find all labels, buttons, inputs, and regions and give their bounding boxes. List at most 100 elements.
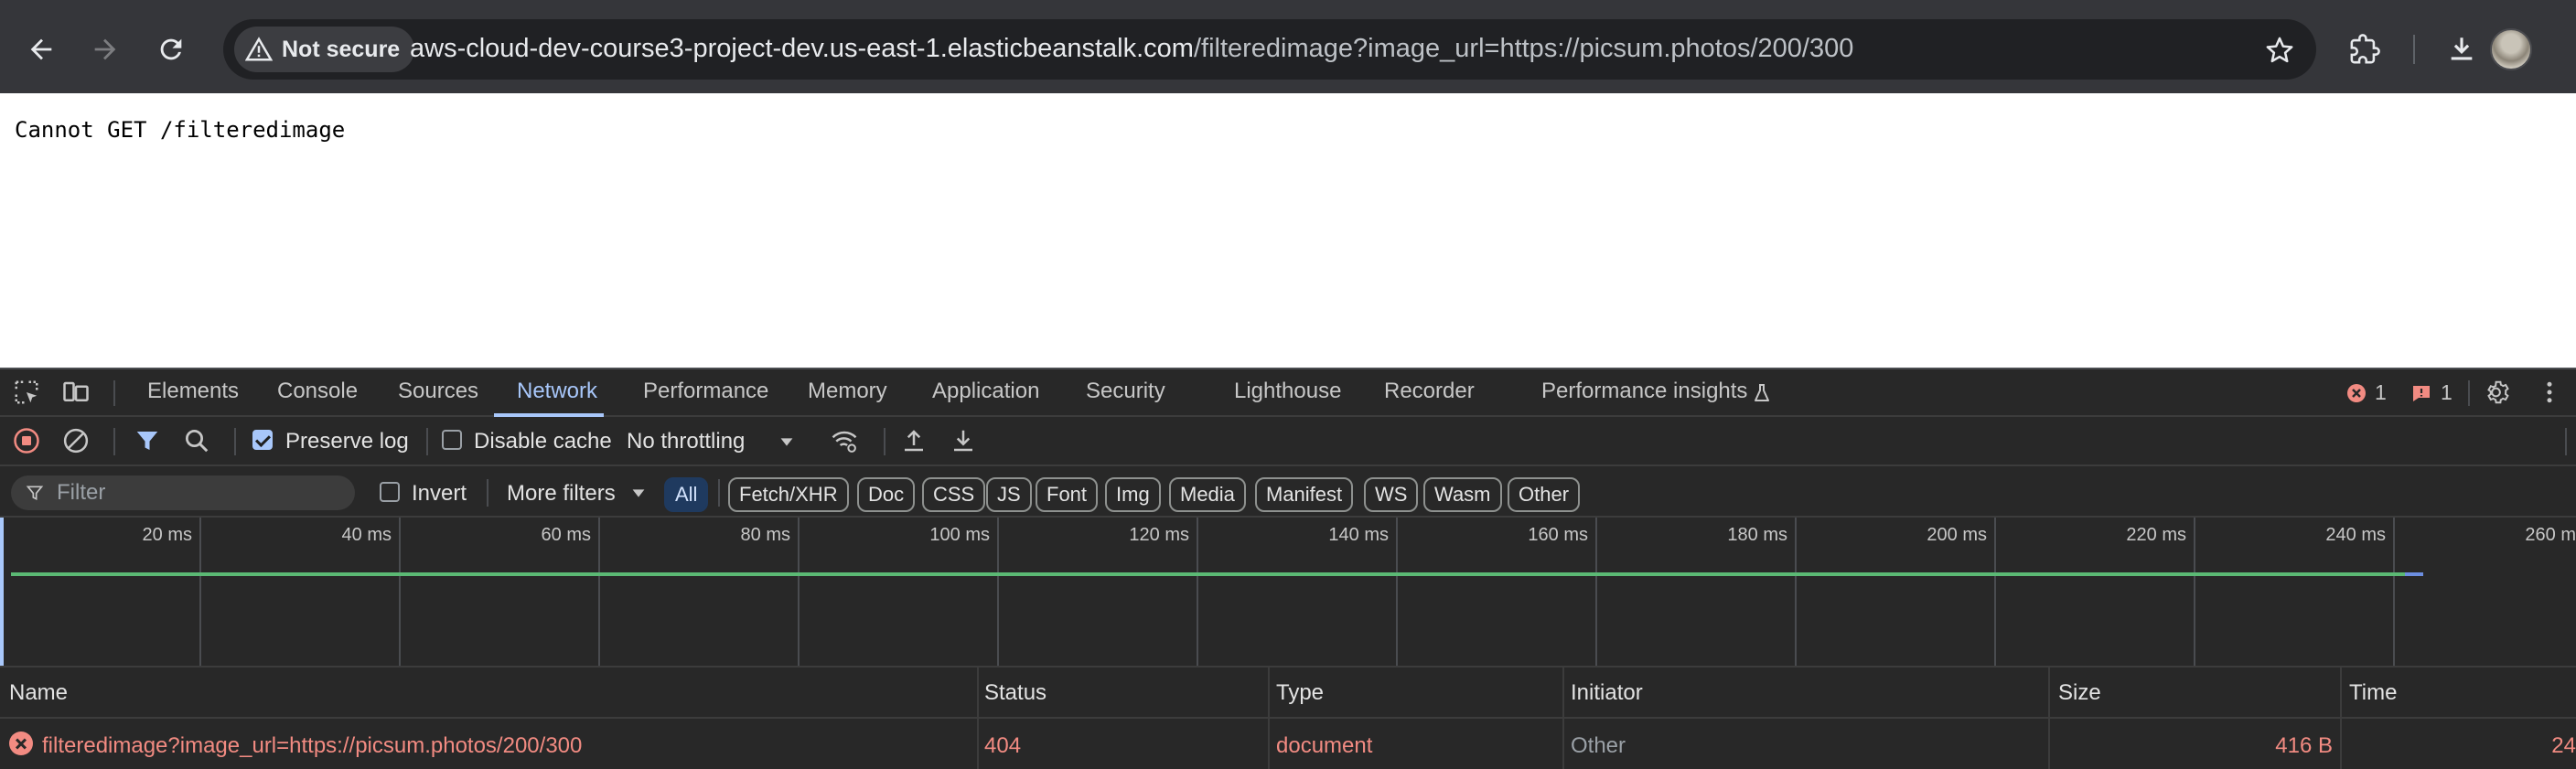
tab-console[interactable]: Console (277, 379, 358, 404)
extensions-button[interactable] (2342, 27, 2388, 72)
downloads-button[interactable] (2439, 27, 2485, 72)
overview-tick (1396, 518, 1398, 666)
import-har-button[interactable] (900, 427, 928, 454)
column-type[interactable]: Type (1276, 680, 1324, 706)
request-name[interactable]: filteredimage?image_url=https://picsum.p… (42, 733, 582, 759)
error-count-value: 1 (2375, 380, 2387, 404)
preserve-log-label: Preserve log (285, 429, 409, 454)
site-info-chip[interactable]: Not secure (234, 27, 415, 72)
column-divider (1562, 719, 1564, 769)
search-button[interactable] (183, 427, 210, 454)
bookmark-button[interactable] (2261, 32, 2298, 69)
filter-box[interactable] (11, 475, 355, 510)
toolbar-separator (113, 428, 115, 455)
tab-lighthouse[interactable]: Lighthouse (1234, 379, 1341, 404)
url-path: /filteredimage?image_url=https://picsum.… (1193, 34, 1854, 63)
network-conditions-button[interactable] (831, 427, 858, 454)
caret-down-icon[interactable] (628, 480, 649, 506)
type-filter-img[interactable]: Img (1105, 477, 1161, 512)
column-divider[interactable] (1562, 668, 1564, 719)
request-time: 24 (2551, 733, 2576, 758)
type-filter-fetch-xhr[interactable]: Fetch/XHR (728, 477, 849, 512)
tab-memory[interactable]: Memory (808, 379, 887, 404)
network-toolbar: Preserve log Disable cache No throttling (0, 417, 2576, 466)
overview-request-bar-tail (2405, 572, 2423, 576)
filter-input[interactable] (57, 479, 340, 507)
tab-application[interactable]: Application (932, 379, 1039, 404)
filter-toggle-button[interactable] (134, 427, 161, 454)
page-content: Cannot GET /filteredimage (0, 93, 2576, 368)
column-size[interactable]: Size (2058, 680, 2101, 706)
device-toolbar-button[interactable] (62, 379, 90, 406)
column-name[interactable]: Name (9, 680, 68, 706)
profile-avatar[interactable] (2490, 28, 2532, 70)
url-text[interactable]: aws-cloud-dev-course3-project-dev.us-eas… (410, 34, 1853, 64)
type-filter-font[interactable]: Font (1036, 477, 1099, 512)
table-row[interactable]: filteredimage?image_url=https://picsum.p… (0, 719, 2576, 769)
throttling-select[interactable]: No throttling (627, 429, 745, 454)
reload-icon (160, 38, 182, 60)
issue-flag-icon (2413, 385, 2430, 401)
issues-indicator[interactable]: 1 (2410, 380, 2453, 405)
type-filter-media[interactable]: Media (1169, 477, 1246, 512)
tab-network[interactable]: Network (517, 379, 597, 404)
issue-count-value: 1 (2441, 380, 2453, 404)
column-divider[interactable] (977, 668, 979, 719)
network-overview[interactable]: 20 ms 40 ms 60 ms 80 ms 100 ms 120 ms 140 ms 16… (0, 518, 2576, 668)
clear-button[interactable] (62, 427, 90, 454)
tab-performance[interactable]: Performance (643, 379, 768, 404)
type-filter-all[interactable]: All (664, 477, 709, 512)
column-divider[interactable] (2048, 668, 2050, 719)
more-filters-dropdown[interactable]: More filters (507, 481, 616, 507)
download-icon (954, 430, 972, 452)
column-divider (1268, 719, 1270, 769)
arrow-right-icon (94, 38, 116, 60)
preserve-log-checkbox[interactable] (252, 430, 273, 450)
overview-tick-label: 100 ms (929, 525, 990, 545)
type-filter-doc[interactable]: Doc (857, 477, 916, 512)
forward-button[interactable] (82, 27, 128, 72)
type-filter-ws[interactable]: WS (1364, 477, 1419, 512)
devtools-panel: Elements Console Sources Network Perform… (0, 368, 2576, 769)
wifi-settings-icon (832, 431, 857, 453)
overview-tick-label: 80 ms (740, 525, 790, 545)
tab-elements[interactable]: Elements (147, 379, 239, 404)
more-options-button[interactable] (2536, 379, 2563, 406)
overview-tick (2393, 518, 2395, 666)
request-table-header: Name Status Type Initiator Size Time (0, 668, 2576, 719)
back-button[interactable] (18, 27, 64, 72)
stop-recording-button[interactable] (13, 427, 40, 454)
column-time[interactable]: Time (2349, 680, 2397, 706)
column-initiator[interactable]: Initiator (1571, 680, 1643, 706)
settings-button[interactable] (2485, 379, 2512, 406)
filter-bar: Invert More filters All Fetch/XHR Doc CS… (0, 466, 2576, 518)
reload-button[interactable] (148, 27, 194, 72)
inspect-element-button[interactable] (13, 379, 40, 406)
overview-tick (598, 518, 600, 666)
tab-sources[interactable]: Sources (398, 379, 478, 404)
address-bar[interactable]: Not secure aws-cloud-dev-course3-project… (223, 19, 2316, 80)
tab-security[interactable]: Security (1086, 379, 1165, 404)
type-filter-manifest[interactable]: Manifest (1255, 477, 1354, 512)
overview-tick (199, 518, 201, 666)
type-filter-css[interactable]: CSS (922, 477, 986, 512)
request-type: document (1276, 733, 1373, 758)
caret-down-icon[interactable] (776, 428, 798, 455)
column-divider[interactable] (2340, 668, 2342, 719)
overview-tick (2194, 518, 2195, 666)
tab-recorder[interactable]: Recorder (1384, 379, 1475, 404)
disable-cache-checkbox[interactable] (442, 430, 462, 450)
type-filter-other[interactable]: Other (1508, 477, 1581, 512)
overview-selection-handle[interactable] (0, 518, 4, 666)
invert-checkbox[interactable] (380, 482, 400, 502)
tab-performance-insights[interactable]: Performance insights (1541, 379, 1747, 404)
error-message: Cannot GET /filteredimage (15, 117, 346, 143)
export-har-button[interactable] (950, 427, 977, 454)
column-status[interactable]: Status (984, 680, 1046, 706)
type-filter-js[interactable]: JS (986, 477, 1032, 512)
column-divider[interactable] (1268, 668, 1270, 719)
errors-indicator[interactable]: 1 (2345, 380, 2387, 405)
puzzle-icon (2350, 34, 2380, 64)
type-filter-wasm[interactable]: Wasm (1423, 477, 1502, 512)
browser-toolbar: Not secure aws-cloud-dev-course3-project… (0, 0, 2576, 93)
